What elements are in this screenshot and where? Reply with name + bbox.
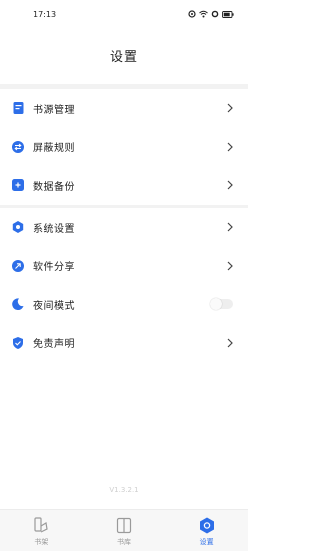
shield-check-icon [12, 336, 24, 349]
tab-bookshelf[interactable]: 书架 [0, 510, 83, 551]
status-icons [188, 10, 234, 18]
menu-item-label: 免责声明 [33, 339, 75, 351]
share-arrow-icon [12, 259, 24, 272]
tab-label: 书架 [34, 538, 49, 546]
status-bar: 17:13 [0, 0, 248, 30]
chevron-right-icon [227, 261, 233, 271]
settings-group-2: 系统设置 软件分享 夜间模式 免责声明 [0, 208, 248, 362]
toggle-knob [210, 298, 222, 311]
library-icon [116, 517, 132, 534]
plus-box-icon [12, 179, 24, 192]
chevron-right-icon [227, 103, 233, 113]
tab-library[interactable]: 书库 [83, 510, 166, 551]
menu-item-night-mode: 夜间模式 [0, 285, 248, 324]
battery-icon [222, 10, 234, 18]
swap-icon [12, 140, 24, 153]
moon-icon [12, 298, 24, 311]
menu-item-label: 软件分享 [33, 262, 75, 274]
menu-item-block-rules[interactable]: 屏蔽规则 [0, 128, 248, 167]
page-title: 设置 [109, 50, 138, 65]
night-mode-toggle[interactable] [210, 298, 233, 311]
chevron-right-icon [227, 338, 233, 348]
status-time: 17:13 [33, 10, 57, 19]
chevron-right-icon [227, 222, 233, 232]
menu-item-label: 书源管理 [33, 104, 75, 116]
menu-item-label: 系统设置 [33, 223, 75, 235]
settings-group-1: 书源管理 屏蔽规则 数据备份 [0, 89, 248, 205]
chevron-right-icon [227, 180, 233, 190]
alarm-icon [188, 10, 196, 18]
wifi-icon [199, 10, 208, 18]
tab-settings[interactable]: 设置 [165, 510, 248, 551]
menu-item-disclaimer[interactable]: 免责声明 [0, 324, 248, 363]
menu-item-share-app[interactable]: 软件分享 [0, 247, 248, 286]
settings-status-icon [211, 10, 219, 18]
menu-item-book-source[interactable]: 书源管理 [0, 89, 248, 128]
version-text: V1.3.2.1 [109, 486, 139, 494]
tab-label: 设置 [199, 538, 214, 546]
chevron-right-icon [227, 142, 233, 152]
bottom-tab-bar: 书架 书库 设置 [0, 509, 248, 551]
bookshelf-icon [33, 517, 49, 534]
hexagon-settings-icon [12, 221, 24, 234]
menu-item-label: 数据备份 [33, 181, 75, 193]
tab-label: 书库 [117, 538, 131, 546]
book-source-icon [12, 102, 24, 115]
menu-item-label: 夜间模式 [33, 300, 75, 312]
menu-item-system-settings[interactable]: 系统设置 [0, 208, 248, 247]
menu-item-label: 屏蔽规则 [33, 143, 75, 155]
menu-item-data-backup[interactable]: 数据备份 [0, 166, 248, 205]
settings-tab-icon [199, 517, 215, 534]
